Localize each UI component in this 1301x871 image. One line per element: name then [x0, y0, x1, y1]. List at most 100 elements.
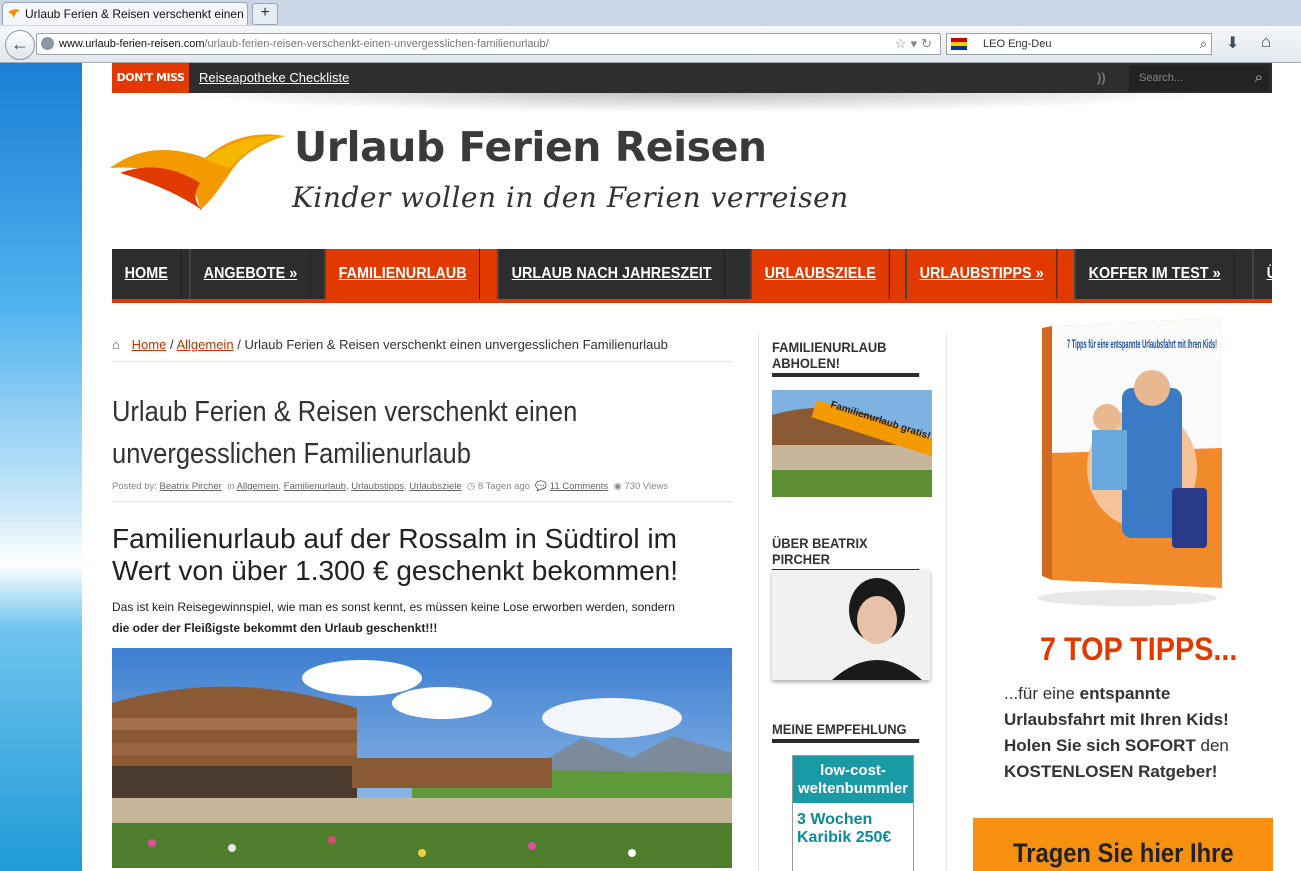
- url-domain: www.urlaub-ferien-reisen.com: [59, 38, 205, 50]
- meta-posted-by: Posted by:: [112, 481, 157, 492]
- breadcrumb-separator: /: [169, 337, 174, 352]
- top-strip: DON'T MISS Reiseapotheke Checkliste )) S…: [112, 63, 1272, 93]
- main-navigation: HOME ANGEBOTE » FAMILIENURLAUB URLAUB NA…: [112, 249, 1301, 303]
- breadcrumb-current: Urlaub Ferien & Reisen verschenkt einen …: [244, 337, 668, 352]
- rossalm-photo: [112, 648, 732, 868]
- nav-item-urlaubstipps[interactable]: URLAUBSTIPPS »: [907, 249, 1076, 299]
- widget-title-ueber-beatrix: ÜBER BEATRIX PIRCHER: [772, 535, 920, 573]
- site-favicon-icon: [8, 9, 20, 18]
- nav-label: URLAUBSZIELE: [752, 249, 890, 299]
- nav-item-home[interactable]: HOME: [112, 249, 191, 299]
- clock-icon: ◷: [466, 481, 476, 492]
- tab-title: Urlaub Ferien & Reisen verschenkt einen …: [25, 7, 247, 21]
- dont-miss-label: DON'T MISS: [112, 63, 189, 93]
- browser-tab[interactable]: Urlaub Ferien & Reisen verschenkt einen …: [2, 2, 248, 25]
- meta-category-link[interactable]: Urlaubsziele: [409, 481, 461, 492]
- familienurlaub-gratis-image[interactable]: Familienurlaub gratis!: [772, 390, 932, 497]
- intro-text: Das ist kein Reisegewinnspiel, wie man e…: [112, 600, 675, 614]
- bookmark-star-icon[interactable]: ☆▾↻: [895, 34, 936, 54]
- nav-label: HOME: [112, 249, 182, 299]
- post-title: Urlaub Ferien & Reisen verschenkt einen …: [112, 396, 578, 470]
- tips-text: ...für eine entspannte Urlaubsfahrt mit …: [1004, 681, 1274, 785]
- download-icon[interactable]: ⬇: [1226, 33, 1239, 53]
- meta-views: 730 Views: [624, 481, 669, 492]
- new-tab-button[interactable]: +: [252, 3, 278, 25]
- web-page: DON'T MISS Reiseapotheke Checkliste )) S…: [82, 63, 1301, 871]
- ticker-link[interactable]: Reiseapotheke Checkliste: [199, 63, 349, 93]
- newsletter-signup-box[interactable]: Tragen Sie hier Ihre: [973, 818, 1273, 871]
- breadcrumb-separator: /: [237, 337, 241, 352]
- site-title[interactable]: Urlaub Ferien Reisen: [294, 123, 767, 171]
- site-search-placeholder: Search...: [1139, 72, 1184, 84]
- search-icon[interactable]: ⌕: [1200, 34, 1207, 54]
- nav-item-ueber-beatrix[interactable]: ÜBER BEATRIX PIRCHER: [1254, 249, 1301, 299]
- header-shadow: [172, 93, 1212, 113]
- breadcrumb: ⌂ Home / Allgemein / Urlaub Ferien & Rei…: [112, 337, 732, 362]
- article-heading: Familienurlaub auf der Rossalm in Südtir…: [112, 523, 679, 586]
- nav-label: FAMILIENURLAUB: [326, 249, 481, 299]
- nav-label: URLAUB NACH JAHRESZEIT: [499, 249, 726, 299]
- tips-line3-bold: KOSTENLOSEN Ratgeber!: [1004, 762, 1218, 781]
- column-divider: [758, 333, 759, 871]
- breadcrumb-home-link[interactable]: Home: [132, 337, 167, 352]
- tips-headline: 7 TOP TIPPS...: [1040, 631, 1238, 667]
- intro-bold-text: die oder der Fleißigste bekommt den Urla…: [112, 621, 438, 635]
- nav-label: ÜBER BEATRIX PIRCHER: [1266, 265, 1301, 282]
- nav-item-urlaub-nach-jahreszeit[interactable]: URLAUB NACH JAHRESZEIT: [499, 249, 753, 299]
- author-portrait: [772, 570, 930, 680]
- nav-label: URLAUBSTIPPS »: [907, 249, 1058, 299]
- tips-line1-plain: ...für eine: [1004, 684, 1080, 703]
- ebook-cover[interactable]: 7 Tipps für eine entspannte Urlaubsfahrt…: [1022, 318, 1232, 608]
- globe-icon: [41, 37, 54, 50]
- rss-icon[interactable]: )): [1097, 70, 1113, 86]
- nav-label: KOFFER IM TEST »: [1076, 249, 1234, 299]
- search-engine-name: LEO Eng-Deu: [983, 38, 1052, 50]
- column-divider: [946, 333, 947, 871]
- meta-category-link[interactable]: Allgemein: [237, 481, 279, 492]
- tab-bar: Urlaub Ferien & Reisen verschenkt einen …: [0, 0, 1301, 27]
- ebook-graphic: 7 Tipps für eine entspannte Urlaubsfahrt…: [1037, 318, 1222, 606]
- site-search-icon[interactable]: ⌕: [1255, 65, 1263, 91]
- site-search-input[interactable]: Search... ⌕: [1129, 65, 1269, 91]
- back-arrow-icon: ←: [11, 34, 29, 54]
- nav-item-urlaubsziele[interactable]: URLAUBSZIELE: [752, 249, 908, 299]
- url-path: /urlaub-ferien-reisen-verschenkt-einen-u…: [204, 38, 549, 50]
- address-bar[interactable]: www.urlaub-ferien-reisen.com/urlaub-feri…: [36, 33, 941, 55]
- tips-line2-bold: Holen Sie sich SOFORT: [1004, 736, 1196, 755]
- search-engine-flag-icon[interactable]: [951, 38, 967, 50]
- back-button[interactable]: ←: [5, 30, 35, 60]
- logo-bird-icon[interactable]: [110, 128, 285, 213]
- ebook-title-line: 7 Tipps für eine entspannte Urlaubsfahrt…: [1067, 337, 1217, 351]
- low-cost-weltenbummler-ad[interactable]: low-cost-weltenbummler 3 Wochen Karibik …: [792, 755, 914, 871]
- meta-category-link[interactable]: Familienurlaub: [284, 481, 346, 492]
- browser-search-box[interactable]: LEO Eng-Deu ⌕: [946, 33, 1212, 55]
- author-photo[interactable]: [772, 570, 930, 680]
- ebook-title-text: 7 Tipps für eine entspannte Urlaubsfahrt…: [1067, 337, 1217, 351]
- background-sea-image: [0, 63, 82, 871]
- meta-author-link[interactable]: Beatrix Pircher: [160, 481, 222, 492]
- post-meta: Posted by: Beatrix Pircher in Allgemein,…: [112, 481, 732, 502]
- nav-item-koffer-im-test[interactable]: KOFFER IM TEST »: [1076, 249, 1254, 299]
- nav-item-familienurlaub[interactable]: FAMILIENURLAUB: [326, 249, 500, 299]
- ad-brand: low-cost-weltenbummler: [793, 756, 913, 803]
- comments-icon: 💬: [535, 481, 548, 492]
- home-icon: ⌂: [112, 337, 120, 352]
- breadcrumb-category-link[interactable]: Allgemein: [176, 337, 233, 352]
- nav-item-angebote[interactable]: ANGEBOTE »: [191, 249, 327, 299]
- ad-offer: 3 Wochen Karibik 250€: [797, 811, 892, 846]
- eye-icon: ◉: [613, 481, 622, 492]
- meta-comments-link[interactable]: 11 Comments: [550, 481, 608, 492]
- widget-title-familienurlaub: FAMILIENURLAUB ABHOLEN!: [772, 339, 920, 377]
- site-tagline: Kinder wollen in den Ferien verreisen: [292, 181, 849, 214]
- gratis-banner-graphic: Familienurlaub gratis!: [772, 390, 932, 497]
- nav-label: ANGEBOTE »: [191, 249, 311, 299]
- meta-category-link[interactable]: Urlaubstipps: [351, 481, 404, 492]
- signup-cta-text: Tragen Sie hier Ihre: [1012, 838, 1234, 868]
- widget-title-empfehlung: MEINE EMPFEHLUNG: [772, 721, 920, 743]
- browser-toolbar: ← www.urlaub-ferien-reisen.com/urlaub-fe…: [0, 26, 1301, 63]
- meta-in: in: [227, 481, 235, 492]
- article-intro: Das ist kein Reisegewinnspiel, wie man e…: [112, 597, 742, 639]
- tips-line2-plain: den: [1195, 736, 1229, 755]
- meta-time: 8 Tagen ago: [477, 481, 530, 492]
- home-icon[interactable]: ⌂: [1261, 32, 1271, 52]
